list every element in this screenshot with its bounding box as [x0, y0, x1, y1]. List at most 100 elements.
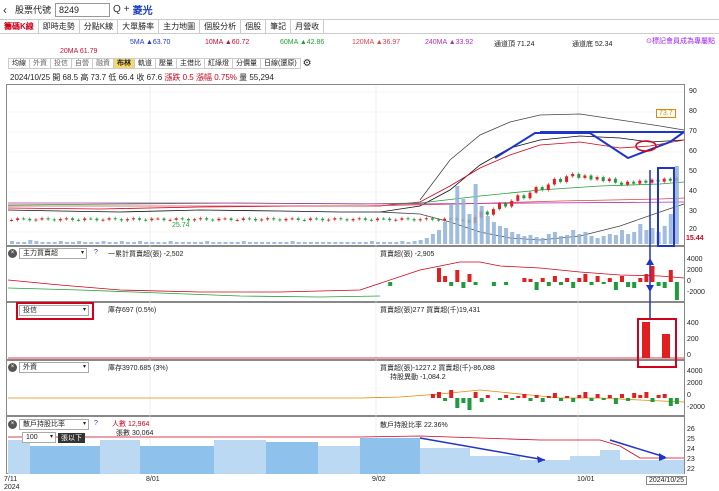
- candle-body: [339, 218, 343, 220]
- price-axis-tick: 60: [689, 148, 697, 155]
- volume-bar: [516, 234, 521, 244]
- volume-bar: [443, 222, 448, 244]
- volume-bar: [321, 242, 326, 244]
- volume-bar: [199, 242, 204, 244]
- candle-body: [52, 219, 56, 221]
- close-panel-icon[interactable]: ×: [8, 363, 17, 372]
- volume-bar: [528, 235, 533, 244]
- trust-axis: 200: [687, 336, 699, 343]
- holders-threshold-select[interactable]: 100 ▾: [22, 432, 56, 443]
- foreign-bar: [461, 398, 466, 403]
- price-low-callout: 25.74: [172, 222, 190, 229]
- candle-body: [315, 218, 318, 220]
- foreign-select-value: 外資: [23, 364, 37, 371]
- volume-bar: [479, 206, 484, 244]
- volume-bar: [174, 242, 179, 244]
- help-icon[interactable]: ?: [94, 249, 98, 256]
- candle-body: [571, 173, 575, 177]
- candle-body: [412, 219, 416, 221]
- foreign-bar: [546, 396, 551, 398]
- volume-bar: [473, 184, 478, 244]
- main-force-bar: [467, 274, 472, 282]
- date-label: 8/01: [146, 476, 160, 483]
- candle-body: [491, 209, 495, 215]
- candle-body: [559, 178, 562, 182]
- candle-body: [662, 178, 666, 182]
- volume-bar: [650, 228, 655, 244]
- volume-bar: [162, 242, 167, 244]
- candle-body: [510, 200, 514, 207]
- candle-body: [186, 219, 190, 221]
- price-axis-tick: 40: [689, 188, 697, 195]
- volume-bar: [626, 234, 631, 244]
- candle-body: [235, 219, 239, 221]
- candle-body: [632, 181, 636, 184]
- volume-bar: [668, 214, 673, 244]
- volume-bar: [620, 230, 624, 244]
- trust-bars-highlight: [637, 318, 677, 368]
- volume-bar: [388, 242, 393, 244]
- volume-bar: [278, 242, 283, 244]
- foreign-select[interactable]: 外資 ▾: [19, 362, 89, 373]
- candle-body: [601, 177, 605, 182]
- close-panel-icon[interactable]: ×: [8, 249, 17, 258]
- main-force-bar: [674, 282, 679, 300]
- candle-body: [138, 218, 142, 220]
- holders-axis: 23: [687, 456, 695, 463]
- candle-body: [620, 182, 623, 185]
- candle-body: [58, 218, 62, 221]
- candle-body: [528, 192, 532, 199]
- date-year-label: 2024: [4, 484, 20, 491]
- volume-bar: [22, 242, 27, 244]
- candle-body: [504, 203, 508, 207]
- volume-bar: [58, 241, 63, 244]
- volume-bar: [290, 241, 295, 244]
- trust-select[interactable]: 投信 ▾: [19, 305, 89, 316]
- candle-body: [217, 218, 221, 221]
- main-force-select[interactable]: 主力買賣超 ▾: [19, 248, 87, 259]
- dropdown-arrow-icon: ▾: [82, 421, 86, 427]
- candle-body: [394, 219, 398, 221]
- candle-body: [247, 218, 251, 220]
- foreign-bar: [430, 394, 435, 398]
- main-force-bar: [620, 276, 624, 282]
- volume-bar: [71, 242, 75, 244]
- volume-bar: [406, 242, 411, 244]
- arrow-head: [646, 258, 654, 265]
- volume-bar: [77, 241, 82, 244]
- candle-body: [424, 218, 428, 220]
- candle-body: [430, 218, 434, 220]
- volume-bar: [266, 242, 271, 244]
- foreign-legend-3: 持股異動 -1,084.2: [390, 374, 446, 381]
- foreign-bar: [485, 395, 490, 398]
- trust-axis: 0: [687, 352, 691, 359]
- main-force-bar: [656, 282, 661, 286]
- candle-body: [254, 218, 257, 221]
- foreign-legend-1: 庫存3970.685 (3%): [108, 365, 168, 372]
- main-force-bar: [565, 278, 570, 282]
- candle-body: [607, 178, 611, 182]
- price-grid: [8, 86, 684, 474]
- help-icon[interactable]: ?: [94, 420, 98, 427]
- volume-bar: [589, 236, 594, 244]
- volume-bar: [168, 241, 173, 244]
- volume-bar: [235, 242, 240, 244]
- candle-body: [83, 218, 87, 221]
- main-force-bar: [668, 270, 673, 282]
- main-force-legend-2: 買賣超(張) -2,905: [380, 251, 435, 258]
- candle-body: [540, 187, 544, 191]
- main-force-green-line: [7, 287, 381, 298]
- candle-body: [321, 218, 325, 221]
- volume-bar: [132, 242, 136, 244]
- main-force-bar: [540, 278, 545, 282]
- volume-bar: [302, 242, 307, 244]
- main-force-select-value: 主力買賣超: [23, 250, 58, 257]
- volume-bar: [119, 241, 124, 244]
- foreign-bar: [662, 394, 667, 398]
- candle-body: [613, 178, 617, 183]
- close-panel-icon[interactable]: ×: [8, 420, 17, 429]
- main-force-bar: [577, 278, 582, 282]
- holders-select[interactable]: 散戶持股比率 ▾: [19, 419, 89, 430]
- trust-legend-2: 買賣超(張)277 買賣超(千)19,431: [380, 307, 481, 314]
- volume-bar: [247, 242, 252, 244]
